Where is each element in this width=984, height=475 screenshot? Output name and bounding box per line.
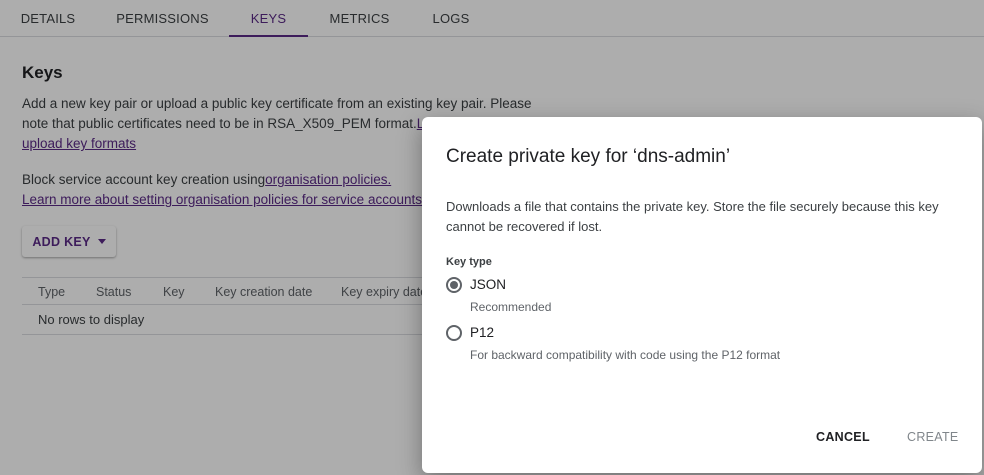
key-type-label: Key type bbox=[446, 256, 492, 268]
p12-radio[interactable] bbox=[446, 325, 462, 341]
p12-option-hint: For backward compatibility with code usi… bbox=[470, 348, 781, 362]
p12-option-label[interactable]: P12 bbox=[470, 325, 494, 340]
page: DETAILS PERMISSIONS KEYS METRICS LOGS Ke… bbox=[0, 0, 984, 475]
json-radio[interactable] bbox=[446, 277, 462, 293]
dialog-description: Downloads a file that contains the priva… bbox=[446, 199, 939, 234]
cancel-button[interactable]: CANCEL bbox=[816, 430, 870, 444]
create-private-key-dialog: Create private key for ‘dns-admin’ Downl… bbox=[422, 117, 982, 473]
json-option-label[interactable]: JSON bbox=[470, 277, 506, 292]
dialog-title: Create private key for ‘dns-admin’ bbox=[446, 146, 731, 167]
create-button[interactable]: CREATE bbox=[907, 430, 959, 444]
json-option-hint: Recommended bbox=[470, 300, 552, 314]
